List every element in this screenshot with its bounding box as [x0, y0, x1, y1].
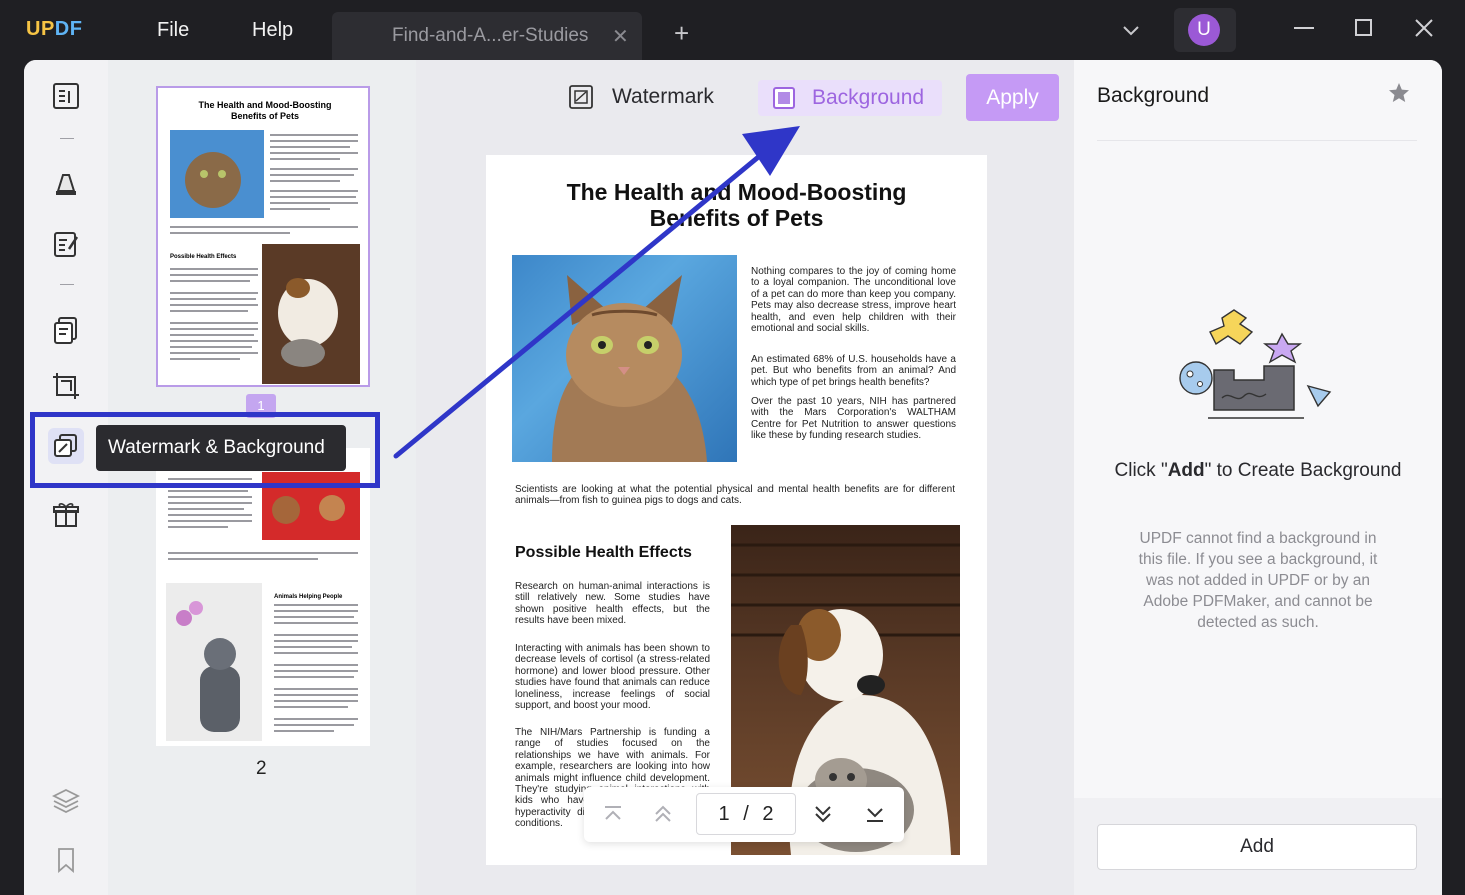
svg-text:The Health and Mood-Boosting: The Health and Mood-Boosting [199, 100, 332, 110]
menu-help[interactable]: Help [252, 19, 293, 42]
total-pages: 2 [762, 803, 774, 825]
menu-file[interactable]: File [157, 19, 189, 42]
paragraph-4: Scientists are looking at what the poten… [515, 484, 955, 507]
paragraph-3: Over the past 10 years, NIH has partnere… [751, 396, 956, 442]
background-button[interactable]: Background [758, 80, 942, 116]
svg-text:Benefits of Pets: Benefits of Pets [231, 111, 299, 121]
crop-icon[interactable] [48, 368, 84, 404]
comment-icon[interactable] [48, 164, 84, 200]
watermark-icon [569, 85, 593, 109]
account-button[interactable]: U [1174, 8, 1236, 52]
background-panel: Background Click "Add" to Create Backgro… [1074, 60, 1442, 895]
tooltip: Watermark & Background [96, 425, 346, 471]
document-tab[interactable]: Find-and-A...er-Studies ✕ [332, 12, 642, 60]
watermark-button[interactable]: Watermark [568, 82, 714, 112]
paragraph-1: Nothing compares to the joy of coming ho… [751, 266, 956, 335]
paragraph-6: Interacting with animals has been shown … [515, 643, 710, 712]
first-page-icon[interactable] [602, 803, 624, 830]
close-tab-icon[interactable]: ✕ [612, 24, 629, 49]
page-navigator: 1 / 2 [584, 787, 904, 842]
section-heading: Possible Health Effects [515, 544, 692, 561]
last-page-icon[interactable] [864, 803, 886, 830]
empty-state-description: UPDF cannot find a background in this fi… [1138, 530, 1378, 631]
paragraph-5: Research on human-animal interactions is… [515, 581, 710, 627]
apply-button[interactable]: Apply [966, 74, 1059, 121]
organize-pages-icon[interactable] [48, 312, 84, 348]
new-tab-icon[interactable]: + [674, 20, 689, 46]
edit-pdf-icon[interactable] [48, 226, 84, 262]
updf-logo: UPDF [26, 18, 83, 40]
empty-state-heading: Click "Add" to Create Background [1114, 458, 1402, 483]
layers-icon[interactable] [48, 782, 84, 818]
panel-title: Background [1097, 84, 1210, 107]
empty-state-illustration [1174, 300, 1344, 435]
heading-text-post: " to Create Background [1204, 460, 1402, 481]
star-icon[interactable] [1388, 82, 1410, 109]
batch-gift-icon[interactable] [48, 496, 84, 532]
heading-text-pre: Click " [1114, 460, 1168, 481]
minimize-icon[interactable] [1292, 16, 1316, 45]
background-icon [773, 87, 795, 109]
chevron-down-icon[interactable] [1120, 20, 1142, 47]
paragraph-2: An estimated 68% of U.S. households have… [751, 354, 956, 388]
svg-text:Possible Health Effects: Possible Health Effects [170, 254, 237, 260]
add-button[interactable]: Add [1097, 824, 1417, 870]
title-line-1: The Health and Mood-Boosting [566, 179, 907, 205]
bookmark-icon[interactable] [48, 842, 84, 878]
document-area: Watermark Background Apply The Health an… [416, 60, 1074, 895]
cat-photo [512, 255, 737, 462]
close-window-icon[interactable] [1412, 16, 1436, 45]
current-page: 1 [718, 803, 730, 825]
page-indicator[interactable]: 1 / 2 [696, 793, 796, 835]
tab-title: Find-and-A...er-Studies [392, 25, 589, 46]
document-title: The Health and Mood-Boosting Benefits of… [486, 179, 987, 231]
background-label: Background [812, 86, 925, 109]
previous-page-icon[interactable] [652, 803, 674, 830]
svg-text:Animals Helping People: Animals Helping People [274, 594, 343, 600]
watermark-label: Watermark [612, 85, 714, 108]
page-thumbnail-2[interactable]: Animals Helping People [156, 448, 370, 746]
avatar: U [1188, 14, 1220, 46]
page-separator: / [743, 803, 749, 825]
maximize-icon[interactable] [1352, 16, 1376, 45]
panel-footer: Add [1074, 798, 1442, 895]
divider [60, 138, 74, 139]
next-page-icon[interactable] [812, 803, 834, 830]
title-bar: UPDF File Help Find-and-A...er-Studies ✕… [0, 0, 1465, 60]
divider [1097, 140, 1417, 141]
heading-text-bold: Add [1167, 460, 1205, 481]
page-thumbnail-1[interactable]: The Health and Mood-Boosting Benefits of… [156, 86, 370, 387]
divider [60, 284, 74, 285]
page-number-label: 2 [256, 758, 267, 779]
title-line-2: Benefits of Pets [649, 205, 824, 231]
document-page: The Health and Mood-Boosting Benefits of… [486, 155, 987, 865]
reader-mode-icon[interactable] [48, 78, 84, 114]
